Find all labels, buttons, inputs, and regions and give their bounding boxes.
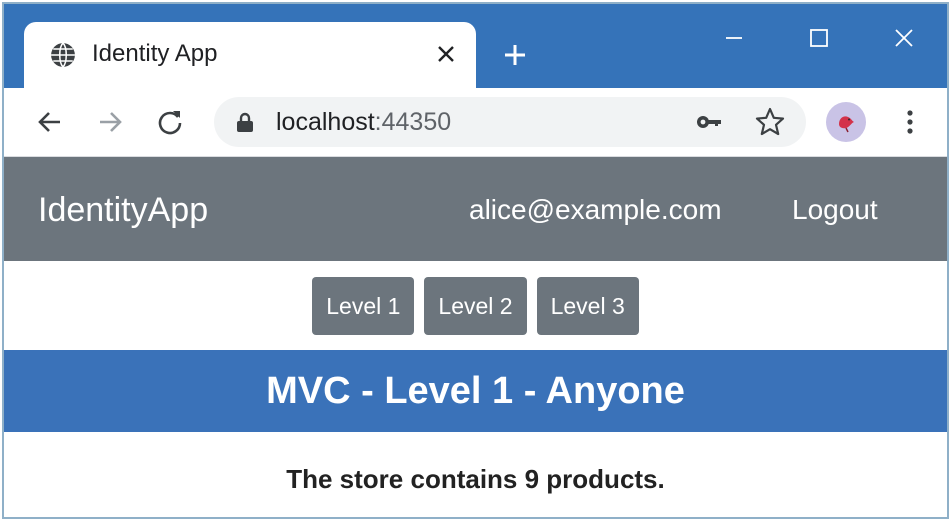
level-buttons: Level 1 Level 2 Level 3	[4, 277, 947, 335]
window-close-button[interactable]	[884, 18, 924, 58]
url-host: localhost	[276, 108, 375, 136]
forward-button[interactable]	[90, 102, 130, 142]
minimize-button[interactable]	[714, 18, 754, 58]
globe-icon	[51, 42, 75, 68]
minimize-icon	[726, 37, 742, 39]
lock-icon[interactable]	[234, 111, 256, 133]
tab-title: Identity App	[92, 40, 218, 67]
bird-icon	[839, 116, 854, 133]
arrow-left-icon	[38, 112, 60, 132]
close-tab-icon[interactable]	[432, 40, 460, 68]
browser-titlebar: Identity App	[4, 4, 947, 88]
page-banner: MVC - Level 1 - Anyone	[4, 350, 947, 432]
browser-window: Identity App localhost:44350 IdentityApp…	[2, 2, 949, 519]
star-icon[interactable]	[754, 106, 786, 138]
new-tab-button[interactable]	[498, 38, 532, 72]
site-navbar: IdentityApp alice@example.com Logout	[4, 157, 947, 261]
url-port: :44350	[374, 108, 452, 136]
user-email: alice@example.com	[469, 194, 722, 225]
profile-avatar[interactable]	[826, 102, 866, 142]
browser-toolbar: localhost:44350	[4, 88, 947, 157]
key-icon[interactable]	[694, 107, 724, 137]
plus-icon	[505, 45, 525, 65]
vertical-dots-icon[interactable]	[890, 102, 930, 142]
level-2-button[interactable]: Level 2	[424, 277, 527, 335]
level-1-button[interactable]: Level 1	[312, 277, 415, 335]
logout-link[interactable]: Logout	[792, 194, 878, 226]
back-button[interactable]	[30, 102, 70, 142]
arrow-right-icon	[100, 112, 122, 132]
reload-button[interactable]	[150, 102, 190, 142]
reload-icon	[158, 111, 182, 135]
level-3-button[interactable]: Level 3	[536, 277, 639, 335]
store-message: The store contains 9 products.	[286, 464, 665, 494]
maximize-button[interactable]	[799, 18, 839, 58]
maximize-icon	[810, 29, 828, 47]
browser-tab[interactable]: Identity App	[24, 22, 476, 88]
address-bar[interactable]: localhost:44350	[214, 97, 806, 147]
brand-link[interactable]: IdentityApp	[38, 191, 208, 230]
close-icon	[895, 29, 913, 47]
url-text[interactable]: localhost:44350	[276, 108, 451, 137]
